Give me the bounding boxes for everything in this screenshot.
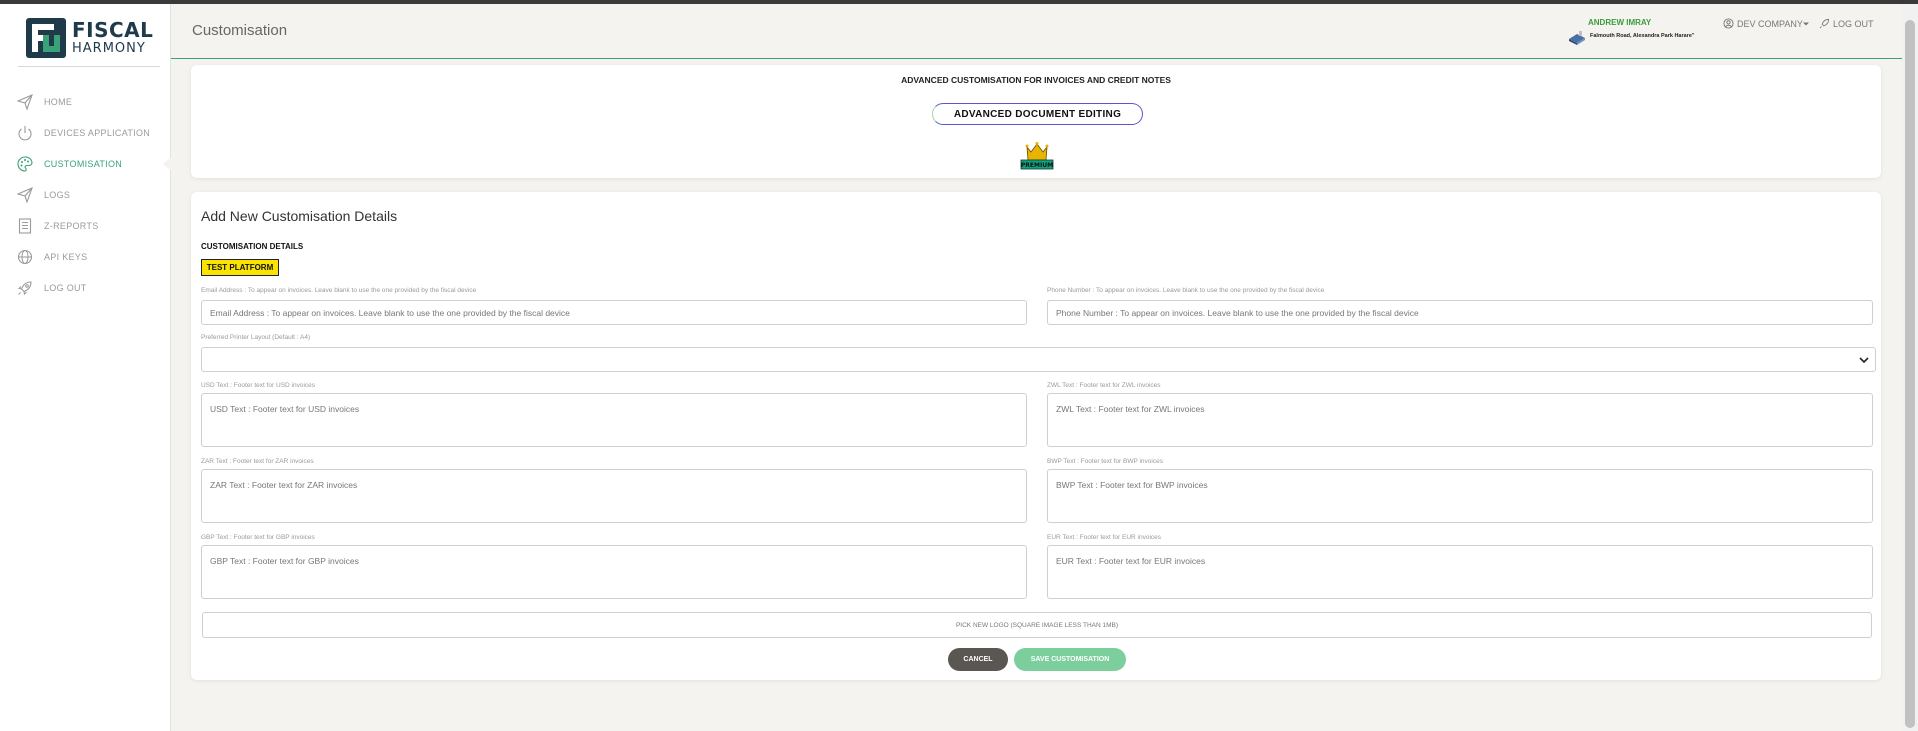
pick-logo-button[interactable]: PICK NEW LOGO (SQUARE IMAGE LESS THAN 1M… <box>202 612 1872 638</box>
advanced-customisation-heading: ADVANCED CUSTOMISATION FOR INVOICES AND … <box>901 75 1171 85</box>
chevron-down-icon <box>1859 357 1869 364</box>
test-platform-badge: TEST PLATFORM <box>201 259 279 276</box>
sidebar-item-label: LOGS <box>44 189 71 200</box>
sidebar-item-label: LOG OUT <box>44 282 87 293</box>
send-icon <box>16 93 34 111</box>
usd-text-area[interactable]: USD Text : Footer text for USD invoices <box>201 393 1027 447</box>
eur-text-label: EUR Text : Footer text for EUR invoices <box>1047 534 1162 541</box>
sidebar-item-label: DEVICES APPLICATION <box>44 127 151 138</box>
sidebar-item-customisation[interactable]: CUSTOMISATION <box>0 148 172 179</box>
user-circle-icon <box>1723 18 1734 29</box>
bwp-text-label: BWP Text : Footer text for BWP invoices <box>1047 458 1163 465</box>
sidebar-item-label: HOME <box>44 96 73 107</box>
cancel-button[interactable]: CANCEL <box>948 648 1008 671</box>
eur-text-area[interactable]: EUR Text : Footer text for EUR invoices <box>1047 545 1873 599</box>
sidebar-item-label: Z-REPORTS <box>44 220 99 231</box>
form-title: Add New Customisation Details <box>201 208 398 224</box>
brand-logo[interactable]: FISCAL HARMONY <box>26 18 153 62</box>
gbp-text-label: GBP Text : Footer text for GBP invoices <box>201 534 315 541</box>
rocket-icon <box>1819 18 1830 29</box>
power-icon <box>16 124 34 142</box>
zar-text-label: ZAR Text : Footer text for ZAR invoices <box>201 458 314 465</box>
user-address: Falmouth Road, Alexandra Park Harare" <box>1590 33 1695 39</box>
user-name[interactable]: ANDREW IMRAY <box>1588 18 1651 27</box>
globe-icon <box>16 248 34 266</box>
email-field[interactable]: Email Address : To appear on invoices. L… <box>201 300 1027 325</box>
gbp-text-area[interactable]: GBP Text : Footer text for GBP invoices <box>201 545 1027 599</box>
report-icon <box>16 217 34 235</box>
sidebar-nav: HOME DEVICES APPLICATION CUSTOMISATION L… <box>0 86 172 303</box>
send-icon <box>16 186 34 204</box>
customisation-form-card: Add New Customisation Details CUSTOMISAT… <box>191 192 1881 680</box>
sidebar-item-logs[interactable]: LOGS <box>0 179 171 210</box>
company-name: DEV COMPANY <box>1737 18 1803 29</box>
phone-label: Phone Number : To appear on invoices. Le… <box>1047 287 1325 294</box>
header-logout-link[interactable]: LOG OUT <box>1819 18 1874 29</box>
palette-icon <box>16 155 34 173</box>
sidebar-item-api-keys[interactable]: API KEYS <box>0 241 171 272</box>
email-label: Email Address : To appear on invoices. L… <box>201 287 477 294</box>
premium-badge-text: PREMIUM <box>1021 162 1053 169</box>
caret-down-icon <box>1802 22 1809 25</box>
advanced-document-editing-button[interactable]: ADVANCED DOCUMENT EDITING <box>932 103 1143 125</box>
zar-text-area[interactable]: ZAR Text : Footer text for ZAR invoices <box>201 469 1027 523</box>
page-title: Customisation <box>192 22 288 39</box>
advanced-customisation-card: ADVANCED CUSTOMISATION FOR INVOICES AND … <box>191 65 1881 178</box>
user-avatar-icon <box>1569 31 1585 45</box>
zwl-text-area[interactable]: ZWL Text : Footer text for ZWL invoices <box>1047 393 1873 447</box>
bwp-text-area[interactable]: BWP Text : Footer text for BWP invoices <box>1047 469 1873 523</box>
brand-name-line1: FISCAL <box>72 18 154 42</box>
logout-label: LOG OUT <box>1833 18 1874 29</box>
premium-crown-icon: PREMIUM <box>1020 142 1054 170</box>
sidebar: FISCAL HARMONY HOME DEVICES APPLICATION … <box>0 4 172 731</box>
brand-name-line2: HARMONY <box>72 41 146 56</box>
rocket-icon <box>16 279 34 297</box>
usd-text-label: USD Text : Footer text for USD invoices <box>201 382 316 389</box>
fiscal-harmony-logo-icon <box>26 18 66 58</box>
save-customisation-button[interactable]: SAVE CUSTOMISATION <box>1014 648 1126 671</box>
sidebar-item-log-out[interactable]: LOG OUT <box>0 272 171 303</box>
sidebar-item-label: API KEYS <box>44 251 88 262</box>
printer-layout-select[interactable] <box>201 347 1876 372</box>
sidebar-item-label: CUSTOMISATION <box>44 158 123 169</box>
brand-name: FISCAL HARMONY <box>72 20 153 55</box>
sidebar-divider <box>18 66 160 67</box>
sidebar-item-home[interactable]: HOME <box>0 86 171 117</box>
page-scrollbar[interactable] <box>1902 4 1918 731</box>
sidebar-item-devices-application[interactable]: DEVICES APPLICATION <box>0 117 171 148</box>
printer-layout-label: Preferred Printer Layout (Default : A4) <box>201 334 311 341</box>
phone-field[interactable]: Phone Number : To appear on invoices. Le… <box>1047 300 1873 325</box>
sidebar-item-z-reports[interactable]: Z-REPORTS <box>0 210 171 241</box>
scrollbar-thumb[interactable] <box>1905 20 1915 728</box>
section-label: CUSTOMISATION DETAILS <box>201 242 304 251</box>
zwl-text-label: ZWL Text : Footer text for ZWL invoices <box>1047 382 1161 389</box>
top-header: Customisation ANDREW IMRAY Falmouth Road… <box>171 4 1902 59</box>
company-dropdown[interactable]: DEV COMPANY <box>1723 18 1812 29</box>
